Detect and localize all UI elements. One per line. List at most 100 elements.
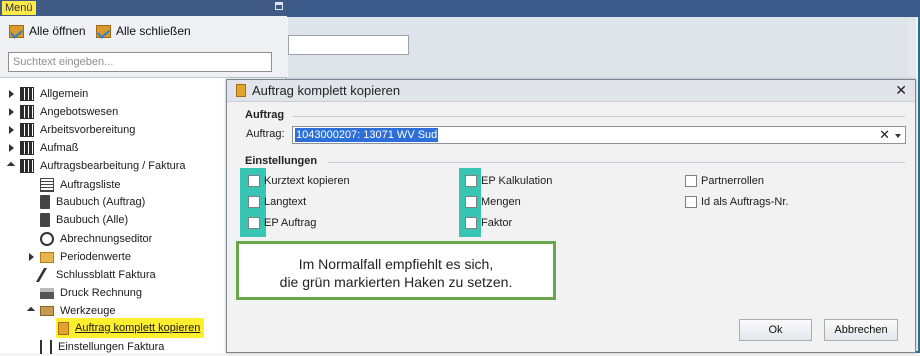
checkbox-label: Mengen	[481, 196, 521, 208]
checkbox-label: Langtext	[264, 196, 307, 208]
section-divider	[328, 162, 905, 163]
tree-item-label: Aufmaß	[40, 142, 79, 154]
background-input[interactable]	[288, 35, 409, 55]
expand-arrow-icon[interactable]	[8, 108, 16, 116]
tree-item-label: Auftrag komplett kopieren	[75, 322, 201, 334]
tree-item-auftragsbearbeitung[interactable]: Auftragsbearbeitung / Faktura	[8, 157, 186, 175]
pin-icon[interactable]	[275, 2, 283, 10]
copy-icon	[236, 84, 246, 97]
checkbox-label: Faktor	[481, 217, 513, 229]
tree-item-label: Baubuch (Auftrag)	[56, 196, 146, 208]
module-icon	[20, 123, 34, 137]
checkbox-mengen[interactable]: Mengen	[465, 196, 521, 208]
open-all-button[interactable]: Alle öffnen	[9, 22, 86, 40]
sliders-icon	[40, 340, 52, 354]
tree-item-arbeitsvorbereitung[interactable]: Arbeitsvorbereitung	[8, 121, 135, 139]
clear-icon[interactable]: ✕	[879, 128, 890, 142]
book-icon	[40, 195, 50, 209]
tree-item-label: Abrechnungseditor	[60, 233, 153, 245]
tree-item-allgemein[interactable]: Allgemein	[8, 85, 88, 103]
menu-search-area: Suchtext eingeben...	[0, 50, 287, 78]
open-all-label: Alle öffnen	[29, 24, 86, 38]
tree-item-label: Schlussblatt Faktura	[56, 269, 156, 281]
ok-button[interactable]: Ok	[739, 319, 812, 341]
tree-item-einstellungen-faktura[interactable]: Einstellungen Faktura	[40, 338, 164, 356]
tree-item-baubuch-alle[interactable]: Baubuch (Alle)	[40, 211, 128, 229]
annotation-line-2: die grün markierten Haken zu setzen.	[279, 274, 513, 290]
dialog-title-bar: Auftrag komplett kopieren ✕	[227, 80, 915, 102]
close-all-button[interactable]: Alle schließen	[96, 22, 191, 40]
scissors-icon	[35, 268, 55, 282]
list-icon	[40, 178, 54, 192]
checkbox-box[interactable]	[465, 175, 477, 187]
collapse-arrow-icon[interactable]	[28, 307, 36, 315]
tree-item-label: Druck Rechnung	[60, 287, 142, 299]
collapse-arrow-icon[interactable]	[8, 162, 16, 170]
tree-item-label: Werkzeuge	[60, 305, 116, 317]
menu-title: Menü	[2, 1, 36, 15]
close-icon[interactable]: ✕	[895, 83, 907, 97]
folder-icon	[40, 251, 54, 263]
section-divider	[293, 116, 905, 117]
auftrag-combobox[interactable]: 1043000207: 13071 WV Sud ✕	[292, 126, 906, 144]
tree-item-druck-rechnung[interactable]: Druck Rechnung	[40, 284, 142, 302]
module-icon	[20, 87, 34, 101]
checkbox-box[interactable]	[248, 196, 260, 208]
tree-item-periodenwerte[interactable]: Periodenwerte	[28, 248, 131, 266]
checkbox-box[interactable]	[248, 217, 260, 229]
menu-title-bar: Menü	[0, 0, 287, 16]
expand-arrow-icon[interactable]	[8, 126, 16, 134]
copy-order-dialog: Auftrag komplett kopieren ✕ Auftrag Auft…	[226, 79, 916, 353]
checkbox-partnerrollen[interactable]: Partnerrollen	[685, 175, 764, 187]
tree-item-baubuch-auftrag[interactable]: Baubuch (Auftrag)	[40, 193, 145, 211]
tree-item-label: Periodenwerte	[60, 251, 131, 263]
section-einstellungen: Einstellungen	[245, 155, 318, 167]
book-icon	[40, 213, 50, 227]
dialog-title: Auftrag komplett kopieren	[252, 83, 401, 98]
module-icon	[20, 141, 34, 155]
tree-item-aufmass[interactable]: Aufmaß	[8, 139, 79, 157]
tree-item-abrechnungseditor[interactable]: Abrechnungseditor	[40, 230, 152, 248]
tree-item-label: Arbeitsvorbereitung	[40, 124, 136, 136]
menu-toolbar: Alle öffnen Alle schließen	[0, 16, 287, 50]
checkbox-faktor[interactable]: Faktor	[465, 217, 512, 229]
dropdown-arrow-icon[interactable]	[895, 134, 901, 138]
checkbox-ep-auftrag[interactable]: EP Auftrag	[248, 217, 316, 229]
close-all-label: Alle schließen	[116, 24, 191, 38]
checkbox-label: Id als Auftrags-Nr.	[701, 196, 789, 208]
checkbox-label: EP Kalkulation	[481, 175, 553, 187]
printer-icon	[40, 287, 54, 299]
background-scrollbar[interactable]	[908, 20, 916, 80]
auftrag-value[interactable]: 1043000207: 13071 WV Sud	[295, 128, 439, 142]
checkbox-id-als-auftragsnr[interactable]: Id als Auftrags-Nr.	[685, 196, 788, 208]
expand-arrow-icon[interactable]	[28, 253, 36, 261]
expand-arrow-icon[interactable]	[8, 144, 16, 152]
checkbox-langtext[interactable]: Langtext	[248, 196, 306, 208]
tree-item-label: Angebotswesen	[40, 106, 119, 118]
checkbox-box[interactable]	[685, 196, 697, 208]
tree-item-label: Baubuch (Alle)	[56, 214, 129, 226]
module-icon	[20, 159, 34, 173]
cancel-button[interactable]: Abbrechen	[824, 319, 898, 341]
tree-item-label: Allgemein	[40, 88, 89, 100]
expand-arrow-icon[interactable]	[8, 90, 16, 98]
gauge-icon	[40, 232, 54, 246]
checkbox-box[interactable]	[248, 175, 260, 187]
menu-search-input[interactable]: Suchtext eingeben...	[8, 52, 272, 72]
tree-item-schlussblatt[interactable]: Schlussblatt Faktura	[35, 266, 156, 284]
tree-item-auftragsliste[interactable]: Auftragsliste	[40, 176, 121, 194]
section-auftrag: Auftrag	[245, 109, 285, 121]
tree-item-auftrag-kopieren[interactable]: Auftrag komplett kopieren	[56, 318, 205, 338]
checkbox-box[interactable]	[465, 196, 477, 208]
tree-item-angebotswesen[interactable]: Angebotswesen	[8, 103, 118, 121]
annotation-callout: Im Normalfall empfiehlt es sich, die grü…	[236, 241, 556, 300]
tree-item-label: Einstellungen Faktura	[58, 341, 165, 353]
tree-item-label: Auftragsliste	[60, 179, 121, 191]
toolbox-icon	[40, 306, 54, 316]
checkbox-kurztext[interactable]: Kurztext kopieren	[248, 175, 350, 187]
tree-item-label: Auftragsbearbeitung / Faktura	[40, 160, 186, 172]
copy-icon	[58, 321, 69, 335]
checkbox-ep-kalkulation[interactable]: EP Kalkulation	[465, 175, 552, 187]
checkbox-box[interactable]	[685, 175, 697, 187]
checkbox-box[interactable]	[465, 217, 477, 229]
